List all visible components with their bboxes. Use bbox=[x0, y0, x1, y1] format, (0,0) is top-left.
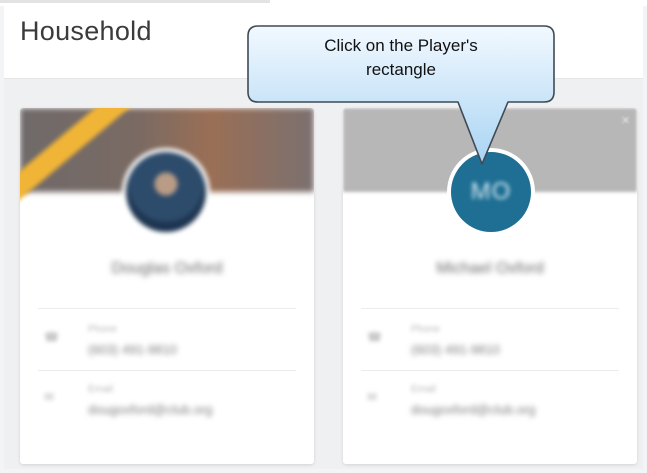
avatar bbox=[122, 148, 210, 236]
email-icon: ✉ bbox=[367, 390, 378, 404]
page-title: Household bbox=[20, 16, 152, 46]
phone-value: (603) 491-9810 bbox=[88, 342, 177, 357]
email-label: Email bbox=[88, 384, 114, 395]
close-icon[interactable]: ✕ bbox=[621, 116, 631, 127]
email-label: Email bbox=[411, 384, 437, 395]
phone-label: Phone bbox=[411, 324, 440, 335]
divider bbox=[361, 308, 619, 309]
phone-row: ☎ Phone (603) 491-9810 bbox=[20, 320, 314, 370]
email-row: ✉ Email dougoxford@club.org bbox=[20, 380, 314, 430]
phone-row: ☎ Phone (603) 491-9810 bbox=[343, 320, 637, 370]
avatar-initials: MO bbox=[470, 178, 512, 205]
email-value: dougoxford@club.org bbox=[88, 402, 213, 417]
callout-line-1: Click on the Player's bbox=[324, 36, 478, 55]
divider bbox=[38, 370, 296, 371]
tab-indicator bbox=[0, 0, 270, 3]
email-value: dougoxford@club.org bbox=[411, 402, 536, 417]
player-name: Michael Oxford bbox=[436, 260, 544, 277]
phone-value: (603) 491-9810 bbox=[411, 342, 500, 357]
divider bbox=[361, 370, 619, 371]
callout-text: Click on the Player's rectangle bbox=[246, 34, 556, 82]
email-row: ✉ Email dougoxford@club.org bbox=[343, 380, 637, 430]
phone-label: Phone bbox=[88, 324, 117, 335]
email-icon: ✉ bbox=[44, 390, 55, 404]
player-name: Douglas Oxford bbox=[111, 260, 223, 277]
divider bbox=[38, 308, 296, 309]
phone-icon: ☎ bbox=[44, 330, 59, 344]
phone-icon: ☎ bbox=[367, 330, 382, 344]
callout-line-2: rectangle bbox=[366, 60, 436, 79]
tutorial-callout: Click on the Player's rectangle bbox=[246, 24, 556, 165]
